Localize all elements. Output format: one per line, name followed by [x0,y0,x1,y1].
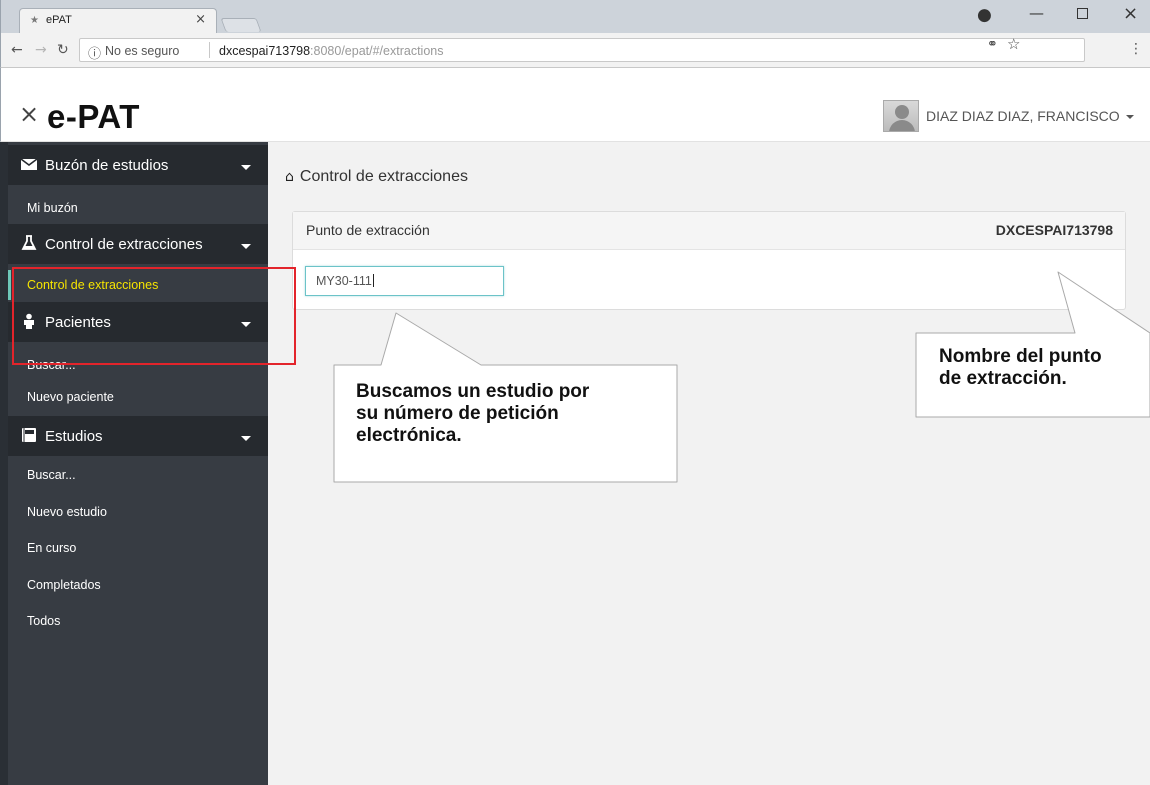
browser-tab[interactable]: ★ ePAT × [19,8,217,33]
info-icon[interactable]: ⓘ [88,43,101,62]
name-callout: Nombre del punto de extracción. [939,346,1102,390]
sidebar-item-control-extracciones[interactable]: Control de extracciones [8,270,268,300]
extraction-panel: Punto de extracción DXCESPAI713798 MY30-… [292,211,1126,310]
new-tab-button[interactable] [220,18,262,32]
sidebar-item-buscar-paciente[interactable]: Buscar... [8,350,268,380]
brand-logo: e-PAT [47,98,140,135]
url-text[interactable]: dxcespai713798:8080/epat/#/extractions [219,44,443,58]
user-icon [21,313,37,329]
chevron-down-icon [241,436,251,441]
sidebar-item-buscar-estudio[interactable]: Buscar... [8,460,268,490]
search-callout: Buscamos un estudio por su número de pet… [356,381,589,447]
forward-icon[interactable]: → [35,42,47,58]
avatar[interactable] [883,100,919,132]
maximize-icon[interactable] [1077,8,1088,19]
user-menu[interactable]: DIAZ DIAZ DIAZ, FRANCISCO [926,108,1134,124]
tab-title: ePAT [46,14,72,26]
panel-header: Punto de extracción DXCESPAI713798 [293,212,1125,250]
url-path: :8080/epat/#/extractions [310,44,444,58]
extraction-point-name: DXCESPAI713798 [995,222,1113,238]
sidebar-section-pacientes[interactable]: Pacientes [8,302,268,342]
callout-line: su número de petición [356,403,559,424]
sidebar-item-en-curso[interactable]: En curso [8,533,268,563]
favicon-icon: ★ [30,15,39,26]
browser-menu-icon[interactable]: ⋮ [1129,41,1143,57]
envelope-icon [20,156,38,172]
home-icon[interactable]: ⌂ [285,169,294,185]
url-host: dxcespai713798 [219,44,311,58]
app-header: × e-PAT DIAZ DIAZ DIAZ, FRANCISCO [0,68,1150,142]
chevron-down-icon [241,322,251,327]
callout-line: Buscamos un estudio por [356,381,590,402]
breadcrumb: ⌂ Control de extracciones [285,168,468,186]
bookmark-star-icon[interactable]: ☆ [1007,35,1020,53]
chevron-down-icon [1125,115,1134,120]
sidebar-item-todos[interactable]: Todos [8,606,268,636]
sidebar-section-label: Estudios [45,428,103,445]
sidebar-item-nuevo-paciente[interactable]: Nuevo paciente [8,382,268,412]
minimize-icon[interactable]: — [1029,4,1044,22]
sidebar-section-extracciones[interactable]: Control de extracciones [8,224,268,264]
sidebar-item-mi-buzon[interactable]: Mi buzón [8,193,268,223]
sidebar-section-estudios[interactable]: Estudios [8,416,268,456]
key-icon[interactable]: ⚭ [987,37,998,52]
sidebar-item-nuevo-estudio[interactable]: Nuevo estudio [8,497,268,527]
close-menu-icon[interactable]: × [19,100,39,128]
callout-line: Nombre del punto [939,346,1102,367]
back-icon[interactable]: ← [11,42,23,58]
sidebar-section-label: Buzón de estudios [45,157,169,174]
breadcrumb-label: Control de extracciones [299,168,468,185]
window-close-icon[interactable]: × [1123,3,1138,24]
chevron-down-icon [241,165,251,170]
sidebar-section-label: Pacientes [45,314,111,331]
flask-icon [21,235,37,251]
address-bar[interactable]: ⓘ No es seguro dxcespai713798:8080/epat/… [79,38,1085,62]
book-icon [21,427,37,443]
reload-icon[interactable]: ↻ [57,42,69,58]
tab-close-icon[interactable]: × [195,12,206,27]
browser-toolbar: ← → ↻ ⓘ No es seguro dxcespai713798:8080… [0,33,1150,68]
user-name: DIAZ DIAZ DIAZ, FRANCISCO [926,108,1120,124]
screenshot-root: ★ ePAT × ● — × ← → ↻ ⓘ No es seguro dxce… [0,0,1150,785]
search-input-value: MY30-111 [316,274,372,288]
text-cursor [372,274,374,287]
profile-icon[interactable]: ● [977,5,992,25]
callout-line: electrónica. [356,425,462,446]
url-separator [209,42,210,58]
callout-line: de extracción. [939,368,1067,389]
main-content: ⌂ Control de extracciones Punto de extrac… [268,142,1150,785]
sidebar-section-label: Control de extracciones [45,236,203,253]
sidebar-item-completados[interactable]: Completados [8,570,268,600]
security-label: No es seguro [105,44,180,58]
browser-tabstrip: ★ ePAT × ● — × [0,0,1150,33]
panel-title: Punto de extracción [306,222,430,238]
chevron-down-icon [241,244,251,249]
sidebar-section-buzon[interactable]: Buzón de estudios [8,145,268,185]
search-input[interactable]: MY30-111 [305,266,504,296]
